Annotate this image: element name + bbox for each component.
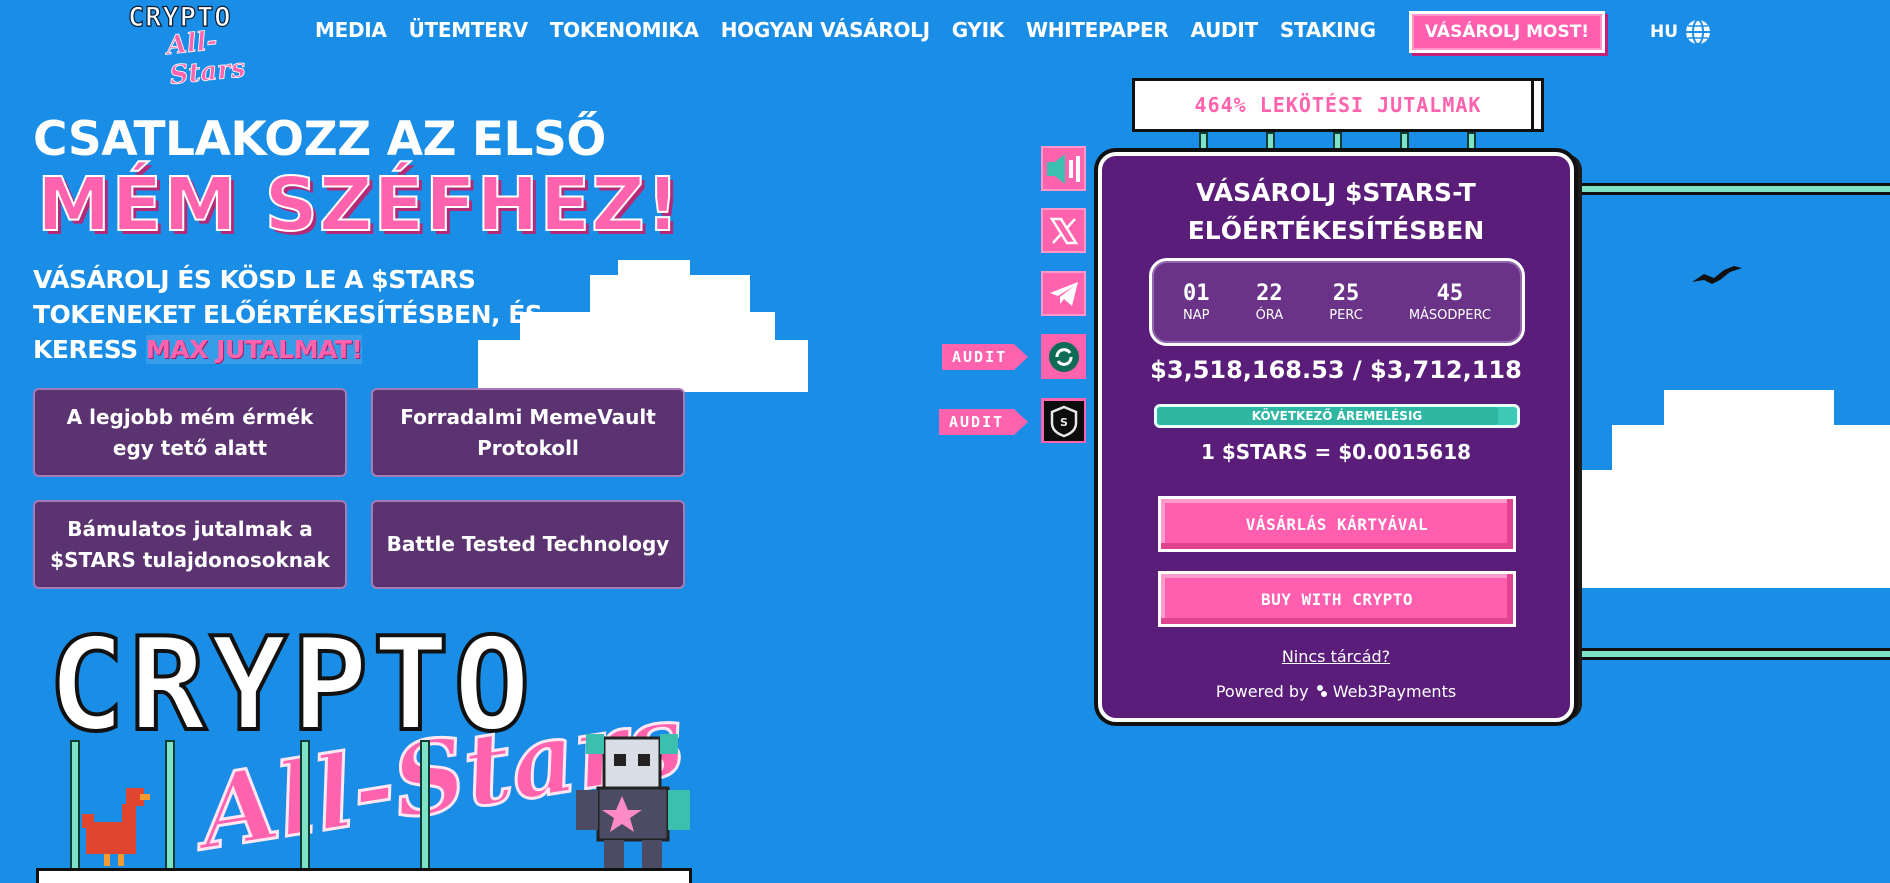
telegram-social-button[interactable]: [1041, 271, 1086, 316]
feature-card: Battle Tested Technology: [371, 500, 685, 589]
audit-badge-solidproof[interactable]: S: [1041, 398, 1086, 443]
buy-with-crypto-button[interactable]: BUY WITH CRYPTO: [1158, 571, 1516, 627]
feature-grid: A legjobb mém érmék egy tető alatt Forra…: [33, 388, 685, 589]
banner-connector: [1266, 132, 1275, 152]
feature-card: Forradalmi MemeVault Protokoll: [371, 388, 685, 477]
web3payments-logo-icon: [1316, 685, 1327, 697]
powered-by: Powered by Web3Payments: [1102, 682, 1570, 701]
nav-staking[interactable]: STAKING: [1269, 14, 1387, 46]
speaker-icon: [1046, 153, 1080, 184]
countdown-days: 01 NAP: [1183, 281, 1210, 323]
x-social-button[interactable]: [1041, 208, 1086, 253]
presale-title-line1: VÁSÁROLJ $STARS-T: [1196, 178, 1476, 207]
countdown-timer: 01 NAP 22 ÓRA 25 PERC 45 MÁSODPERC: [1149, 258, 1525, 346]
nav-media[interactable]: MEDIA: [315, 14, 398, 46]
countdown-minutes: 25 PERC: [1329, 281, 1363, 323]
x-icon: [1049, 217, 1078, 244]
nav-tokenomics[interactable]: TOKENOMIKA: [539, 14, 710, 46]
countdown-value: 45: [1436, 281, 1464, 306]
staking-rewards-banner: 464% LEKÖTÉSI JUTALMAK: [1132, 78, 1544, 132]
feature-card: A legjobb mém érmék egy tető alatt: [33, 388, 347, 477]
rail-bottom: [1578, 648, 1890, 660]
hero-subtitle-line2: TOKENEKET ELŐÉRTÉKESÍTÉSBEN, ÉS: [33, 300, 543, 329]
sign-pole: [420, 740, 430, 875]
countdown-label: PERC: [1329, 308, 1363, 323]
robot-character-icon: [576, 734, 690, 868]
coinsult-audit-icon: [1048, 341, 1079, 372]
language-selector[interactable]: HU: [1650, 18, 1712, 46]
buy-with-card-button[interactable]: VÁSÁRLÁS KÁRTYÁVAL: [1158, 496, 1516, 552]
nav-audit[interactable]: AUDIT: [1180, 14, 1269, 46]
globe-icon: [1686, 19, 1711, 45]
hero-subtitle-line3: KERESS: [33, 335, 138, 364]
countdown-label: MÁSODPERC: [1408, 308, 1491, 323]
sign-pole: [70, 740, 80, 875]
telegram-icon: [1049, 281, 1078, 306]
hero-title-line2: MÉM SZÉFHEZ!: [36, 161, 681, 249]
hero-title-line1: CSATLAKOZZ AZ ELSŐ: [33, 112, 606, 167]
countdown-label: NAP: [1183, 308, 1210, 323]
nav-faq[interactable]: GYIK: [941, 14, 1015, 46]
no-wallet-link[interactable]: Nincs tárcád?: [1102, 647, 1570, 666]
powered-by-brand: Web3Payments: [1332, 682, 1457, 701]
banner-connector: [1467, 132, 1476, 152]
countdown-hours: 22 ÓRA: [1256, 281, 1284, 323]
powered-by-label: Powered by: [1215, 682, 1309, 701]
feature-card: Bámulatos jutalmak a $STARS tulajdonosok…: [33, 500, 347, 589]
nav-how-to-buy[interactable]: HOGYAN VÁSÁROLJ: [710, 14, 941, 46]
token-rate: 1 $STARS = $0.0015618: [1200, 440, 1472, 464]
presale-panel: VÁSÁROLJ $STARS-T ELŐÉRTÉKESÍTÉSBEN 01 N…: [1098, 152, 1574, 722]
sign-pole: [300, 740, 310, 875]
presale-title-line2: ELŐÉRTÉKESÍTÉSBEN: [1187, 216, 1485, 245]
banner-connector: [1199, 132, 1208, 152]
amount-raised: $3,518,168.53 / $3,712,118: [1150, 356, 1522, 384]
duck-icon: [82, 788, 150, 866]
progress-label: KÖVETKEZŐ ÁREMELÉSIG: [1251, 409, 1423, 423]
audit-tag: AUDIT: [942, 344, 1028, 370]
buy-now-button[interactable]: VÁSÁROLJ MOST!: [1409, 11, 1605, 53]
nav-roadmap[interactable]: ÜTEMTERV: [398, 14, 539, 46]
presale-progress-bar: KÖVETKEZŐ ÁREMELÉSIG: [1154, 404, 1520, 428]
main-nav: MEDIA ÜTEMTERV TOKENOMIKA HOGYAN VÁSÁROL…: [315, 14, 1387, 46]
site-logo[interactable]: CRYPTO All-Stars: [127, 1, 268, 91]
audit-badge-coinsult[interactable]: [1041, 334, 1086, 379]
countdown-value: 22: [1256, 281, 1283, 306]
banner-connector: [1400, 132, 1409, 152]
language-label: HU: [1650, 22, 1679, 42]
speaker-social-button[interactable]: [1041, 146, 1086, 191]
bird-icon: [1692, 266, 1742, 284]
nav-whitepaper[interactable]: WHITEPAPER: [1015, 14, 1180, 46]
presale-title: VÁSÁROLJ $STARS-T ELŐÉRTÉKESÍTÉSBEN: [1102, 174, 1570, 250]
banner-connector: [1333, 132, 1342, 152]
sign-pole: [165, 740, 175, 875]
rail-top: [1578, 183, 1890, 195]
hero-highlight: MAX JUTALMAT!: [145, 335, 363, 364]
countdown-label: ÓRA: [1255, 308, 1284, 323]
hero-subtitle: VÁSÁROLJ ÉS KÖSD LE A $STARS TOKENEKET E…: [33, 262, 553, 367]
svg-text:S: S: [1060, 416, 1068, 429]
solidproof-audit-icon: S: [1043, 400, 1084, 441]
countdown-value: 01: [1183, 281, 1210, 306]
hero-subtitle-line1: VÁSÁROLJ ÉS KÖSD LE A $STARS: [33, 265, 476, 294]
countdown-seconds: 45 MÁSODPERC: [1409, 281, 1491, 323]
sign-base-bar: [36, 868, 692, 883]
countdown-value: 25: [1332, 281, 1360, 306]
audit-tag: AUDIT: [939, 409, 1028, 435]
logo-allstars-text: All-Stars: [165, 26, 248, 92]
